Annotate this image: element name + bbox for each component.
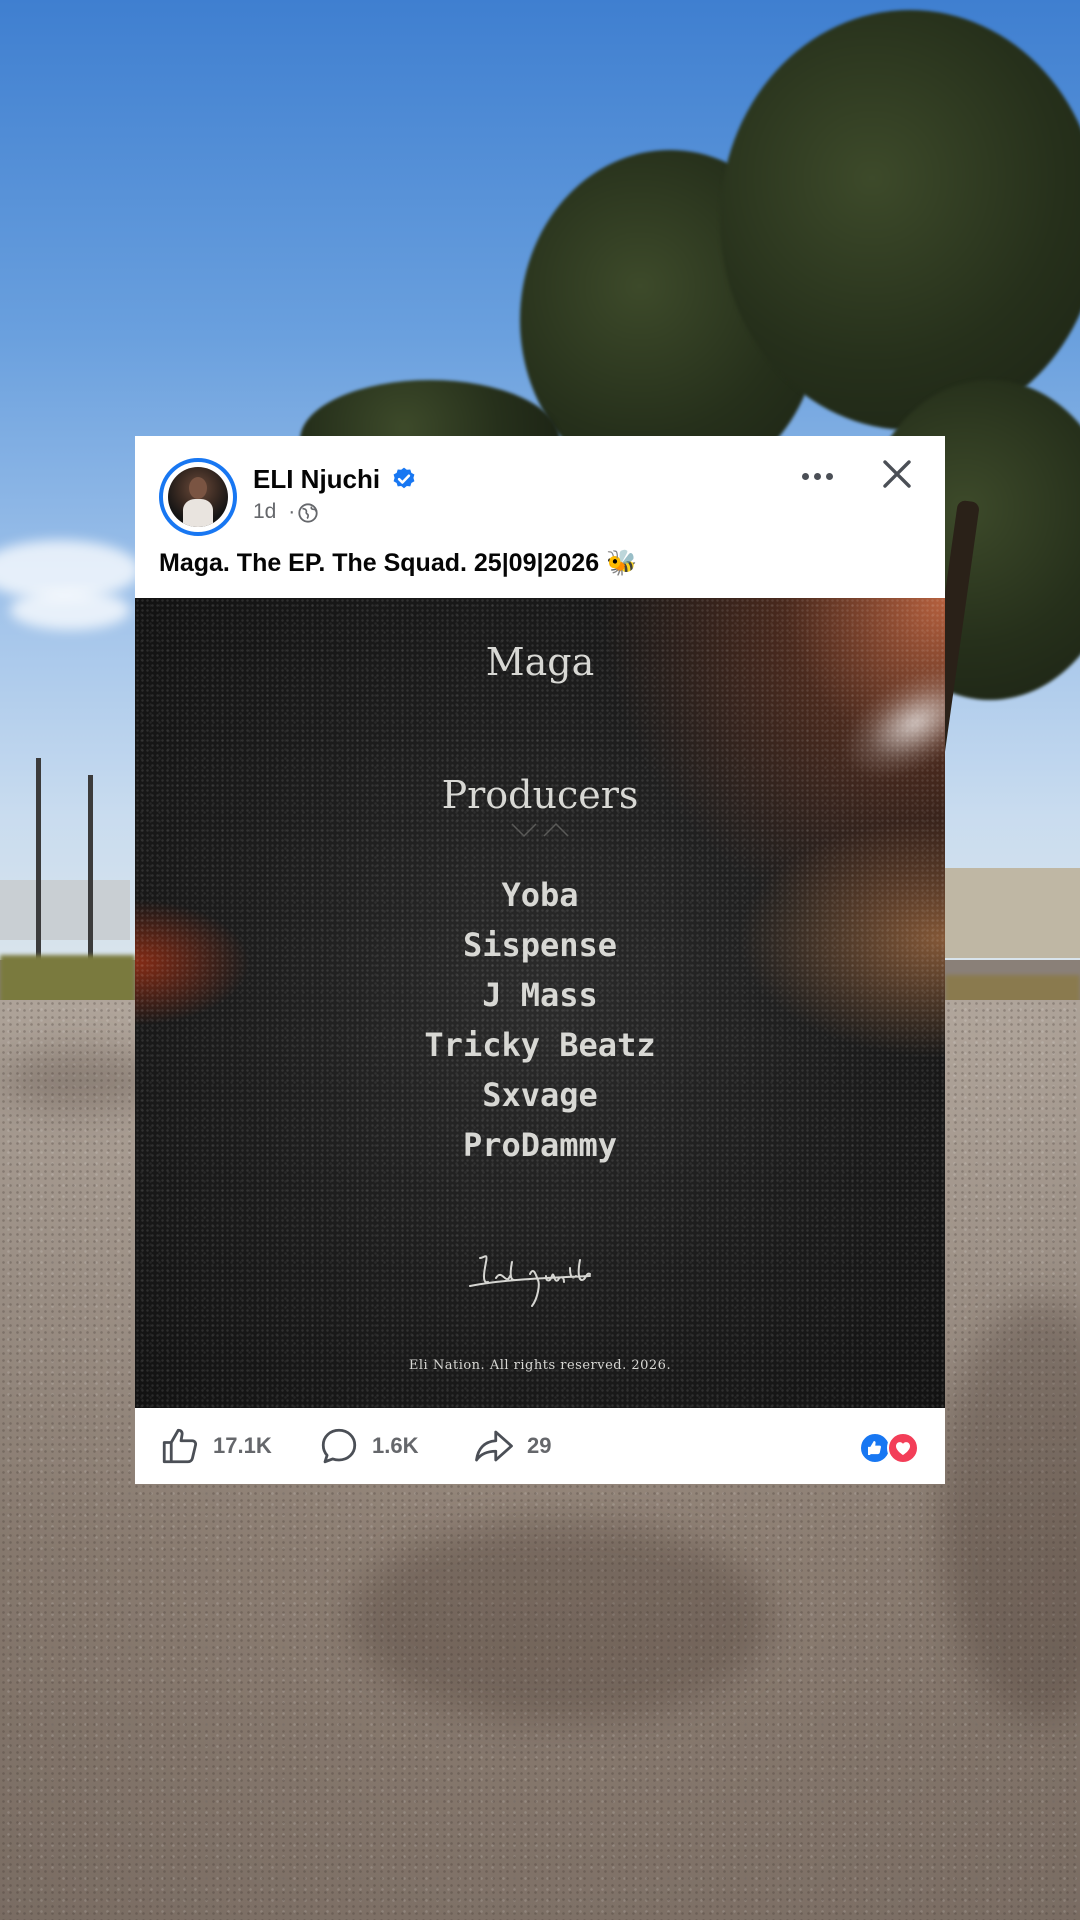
signature	[469, 1255, 591, 1307]
post-card: ELI Njuchi 1d · Maga. The EP. The Squad.…	[135, 436, 945, 1484]
verified-badge-icon	[393, 467, 415, 489]
poster-title: Maga	[485, 640, 595, 684]
comment-icon	[321, 1428, 357, 1464]
bee-emoji: 🐝	[606, 549, 638, 577]
building	[945, 868, 1080, 958]
caption-text: Maga. The EP. The Squad. 25|09|2026	[159, 549, 600, 577]
thumbs-up-icon	[162, 1428, 198, 1464]
pole	[88, 775, 93, 975]
like-count: 17.1K	[213, 1433, 272, 1458]
producer-list: Yoba Sispense J Mass Tricky Beatz Sxvage…	[135, 870, 945, 1170]
avatar-image	[168, 467, 228, 527]
share-arrow-icon	[475, 1430, 513, 1462]
producer-name: Tricky Beatz	[424, 1026, 656, 1064]
post-meta: 1d ·	[253, 500, 295, 524]
post-caption: Maga. The EP. The Squad. 25|09|2026 🐝	[159, 549, 637, 578]
poster-subtitle: Producers	[441, 773, 639, 817]
comment-button[interactable]: 1.6K	[318, 1422, 418, 1470]
share-button[interactable]: 29	[473, 1422, 551, 1470]
cloud	[10, 590, 130, 630]
producer-name: Sxvage	[482, 1076, 598, 1114]
more-options-icon[interactable]	[795, 464, 839, 488]
author-name[interactable]: ELI Njuchi	[253, 464, 380, 495]
producer-name: J Mass	[482, 976, 598, 1014]
close-icon[interactable]	[877, 454, 917, 494]
like-button[interactable]: 17.1K	[159, 1422, 272, 1470]
producer-name: ProDammy	[462, 1126, 618, 1164]
building	[0, 880, 130, 940]
pole	[36, 758, 41, 988]
post-time[interactable]: 1d	[253, 500, 276, 523]
post-image[interactable]: Maga Producers Yoba Sispense J Mass Tric…	[135, 598, 945, 1408]
post-actions: 17.1K 1.6K 29	[135, 1408, 945, 1484]
shadow	[350, 1520, 770, 1720]
love-reaction-icon[interactable]	[887, 1432, 919, 1464]
post-header: ELI Njuchi 1d · Maga. The EP. The Squad.…	[135, 436, 945, 598]
share-count: 29	[527, 1433, 552, 1458]
grass	[0, 955, 135, 1005]
avatar[interactable]	[159, 458, 237, 536]
globe-icon	[298, 503, 318, 523]
producer-name: Yoba	[501, 876, 579, 914]
copyright-text: Eli Nation. All rights reserved. 2026.	[408, 1358, 672, 1373]
tree	[720, 10, 1080, 430]
meta-separator: ·	[288, 500, 296, 523]
producer-name: Sispense	[462, 926, 618, 964]
comment-count: 1.6K	[372, 1433, 419, 1458]
chevron-ornament-icon	[511, 822, 569, 838]
